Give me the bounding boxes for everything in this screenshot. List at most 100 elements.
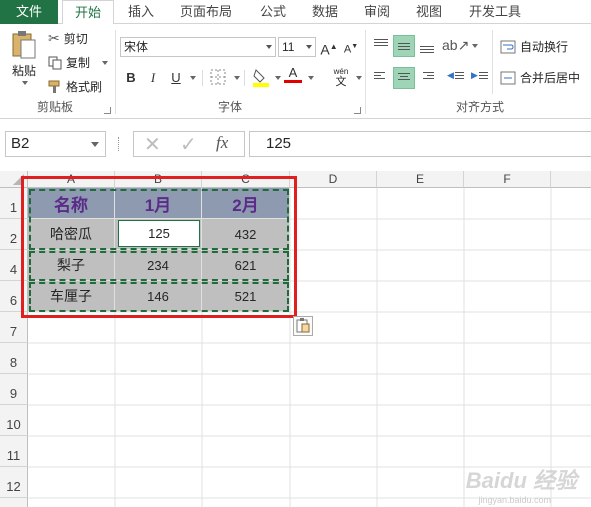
font-group-label: 字体 (217, 100, 242, 114)
borders-icon[interactable] (210, 69, 226, 85)
tab-view[interactable]: 视图 (406, 0, 452, 24)
baidu-watermark-url: jingyan.baidu.com (478, 495, 551, 505)
row-header-6[interactable]: 6 (0, 281, 28, 312)
cut-button[interactable]: ✂ 剪切 (48, 30, 88, 47)
paste-options-icon (296, 318, 310, 333)
decrease-indent-button[interactable]: ◀ (446, 67, 468, 89)
column-header-d[interactable]: D (290, 171, 377, 188)
table-cell[interactable]: 621 (202, 250, 290, 281)
worksheet-grid[interactable]: A B C D E F 1 2 4 6 7 8 9 10 11 12 名称 1月… (0, 171, 591, 507)
row-header-2[interactable]: 2 (0, 219, 28, 250)
name-box[interactable]: B2 (5, 131, 106, 157)
table-cell[interactable]: 234 (115, 250, 202, 281)
table-cell[interactable]: 146 (115, 281, 202, 312)
tab-home[interactable]: 开始 (62, 0, 114, 25)
phonetic-button[interactable]: wén 文 (330, 67, 352, 89)
tab-formulas[interactable]: 公式 (250, 0, 296, 24)
tab-data[interactable]: 数据 (302, 0, 348, 24)
paste-button[interactable]: 粘贴 (6, 30, 42, 88)
table-header-cell[interactable]: 1月 (115, 188, 202, 219)
underline-icon: U (171, 70, 181, 85)
table-cell[interactable]: 432 (202, 219, 290, 250)
align-middle-button[interactable] (393, 35, 415, 57)
row-header-4[interactable]: 4 (0, 250, 28, 281)
tab-developer[interactable]: 开发工具 (462, 0, 528, 24)
clipboard-launcher-icon[interactable] (104, 107, 111, 114)
table-cell[interactable]: 哈密瓜 (28, 219, 115, 250)
baidu-watermark: Baidu 经验 (465, 468, 577, 493)
font-name-select[interactable]: 宋体 (120, 37, 276, 57)
grow-font-button[interactable]: A▲ (320, 36, 338, 58)
select-all-icon (13, 174, 24, 185)
copy-button[interactable]: 复制 (48, 54, 109, 71)
table-header-cell[interactable]: 名称 (28, 188, 115, 219)
align-right-button[interactable] (416, 67, 438, 89)
bold-button[interactable]: B (122, 67, 140, 89)
underline-button[interactable]: U (166, 67, 186, 89)
italic-button[interactable]: I (144, 67, 162, 89)
tab-page-layout[interactable]: 页面布局 (168, 0, 244, 24)
table-cell[interactable]: 梨子 (28, 250, 115, 281)
table-cell[interactable]: 车厘子 (28, 281, 115, 312)
row-header-12[interactable]: 12 (0, 467, 28, 498)
phonetic-dropdown-icon[interactable] (356, 76, 362, 80)
orientation-icon[interactable]: ab↗ (442, 37, 469, 54)
orientation-dropdown-icon[interactable] (472, 44, 478, 48)
row-header-11[interactable]: 11 (0, 436, 28, 467)
formula-input[interactable]: 125 (249, 131, 591, 157)
font-divider (202, 70, 203, 86)
copy-label: 复制 (66, 56, 91, 70)
paste-dropdown-icon[interactable] (22, 81, 28, 85)
font-color-dropdown-icon[interactable] (308, 76, 314, 80)
formula-bar-grip[interactable] (118, 137, 121, 151)
cut-label: 剪切 (63, 32, 88, 46)
column-header-g[interactable] (551, 171, 591, 188)
paste-options-button[interactable] (293, 316, 313, 336)
row-header-10[interactable]: 10 (0, 405, 28, 436)
font-color-button[interactable]: A (284, 64, 302, 86)
tab-insert[interactable]: 插入 (118, 0, 164, 24)
wrap-text-button[interactable]: 自动换行 (500, 38, 568, 55)
cancel-icon[interactable]: ✕ (144, 132, 161, 157)
formula-buttons: ✕ ✓ fx (133, 131, 245, 157)
table-header-cell[interactable]: 2月 (202, 188, 290, 219)
fill-color-icon[interactable] (252, 67, 270, 87)
fill-color-dropdown-icon[interactable] (275, 76, 281, 80)
select-all-button[interactable] (0, 171, 28, 188)
column-header-b[interactable]: B (115, 171, 202, 188)
name-box-dropdown-icon[interactable] (91, 142, 99, 147)
enter-icon[interactable]: ✓ (180, 132, 197, 157)
increase-indent-button[interactable]: ▶ (470, 67, 492, 89)
font-name-value: 宋体 (124, 40, 149, 54)
align-top-button[interactable] (370, 35, 392, 57)
table-cell[interactable]: 521 (202, 281, 290, 312)
merge-center-button[interactable]: 合并后居中 (500, 69, 580, 86)
column-header-c[interactable]: C (202, 171, 290, 188)
tab-review[interactable]: 审阅 (354, 0, 400, 24)
font-size-select[interactable]: 11 (278, 37, 316, 57)
row-header-8[interactable]: 8 (0, 343, 28, 374)
font-launcher-icon[interactable] (354, 107, 361, 114)
font-size-value: 11 (282, 40, 295, 54)
column-header-f[interactable]: F (464, 171, 551, 188)
tab-file[interactable]: 文件 (0, 0, 58, 24)
borders-dropdown-icon[interactable] (234, 76, 240, 80)
align-bottom-button[interactable] (416, 35, 438, 57)
copy-dropdown-icon[interactable] (102, 60, 109, 65)
column-header-e[interactable]: E (377, 171, 464, 188)
align-left-icon (374, 72, 385, 81)
align-left-button[interactable] (370, 67, 392, 89)
align-center-button[interactable] (393, 67, 415, 89)
insert-function-icon[interactable]: fx (216, 133, 228, 153)
shrink-font-button[interactable]: A▼ (342, 36, 360, 58)
name-box-value: B2 (11, 135, 30, 152)
row-header-1[interactable]: 1 (0, 188, 28, 219)
row-header-7[interactable]: 7 (0, 312, 28, 343)
row-header-9[interactable]: 9 (0, 374, 28, 405)
active-cell-b2[interactable]: 125 (118, 220, 200, 247)
font-name-dropdown-icon (266, 45, 272, 49)
row-header-13[interactable] (0, 498, 28, 507)
column-header-a[interactable]: A (28, 171, 115, 188)
format-painter-button[interactable]: 格式刷 (48, 78, 102, 95)
underline-dropdown-icon[interactable] (190, 76, 196, 80)
